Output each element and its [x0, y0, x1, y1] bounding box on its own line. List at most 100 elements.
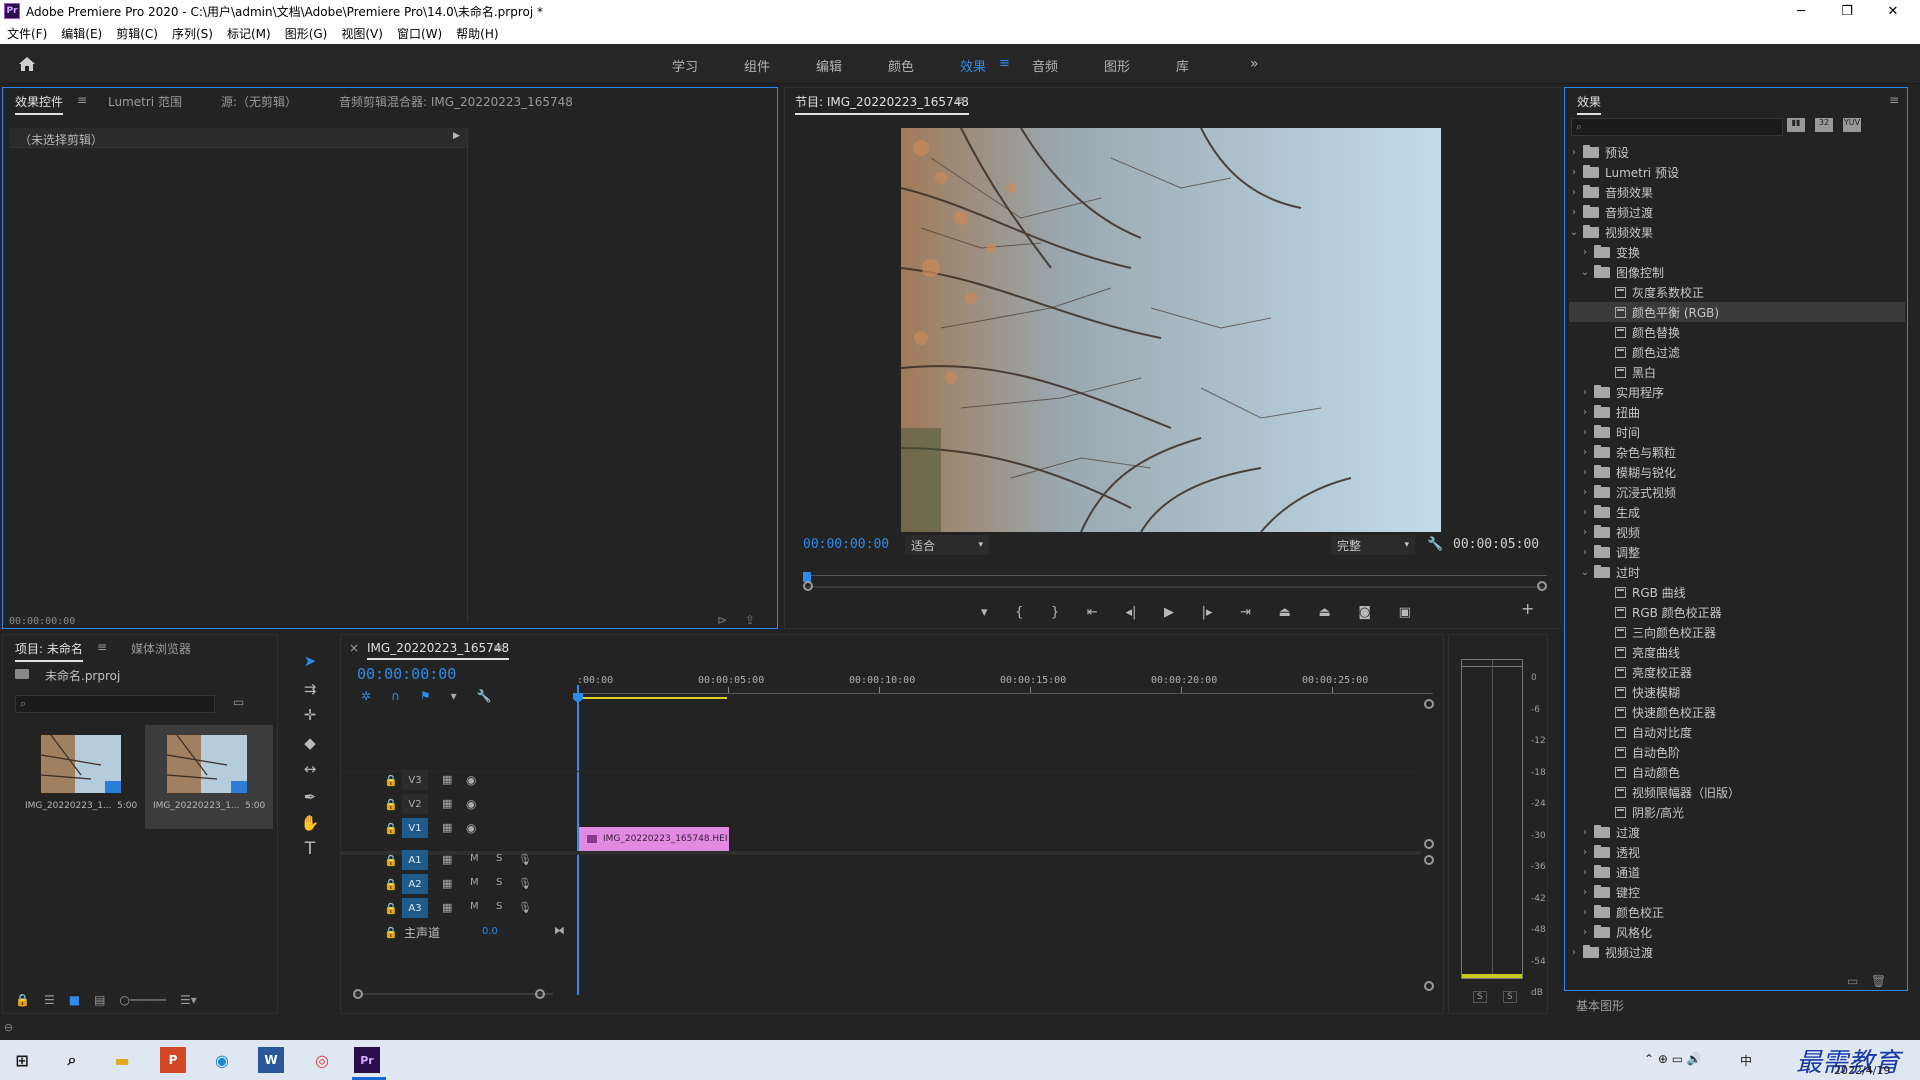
premiere-taskbar-icon[interactable]: Pr — [354, 1047, 380, 1073]
sync-lock-icon[interactable]: ▦ — [442, 901, 452, 914]
program-menu-icon[interactable]: ≡ — [955, 93, 965, 107]
play-button[interactable]: ▶ — [1164, 605, 1174, 620]
work-area-bar[interactable] — [577, 697, 727, 699]
quality-dropdown[interactable]: 完整 ▾ — [1331, 535, 1415, 555]
effects-folder[interactable]: › 实用程序 — [1569, 382, 1905, 402]
solo-button[interactable]: S — [496, 901, 502, 912]
zoom-handle-left[interactable] — [803, 581, 813, 591]
close-button[interactable]: ✕ — [1870, 0, 1916, 22]
effects-folder[interactable]: › 调整 — [1569, 542, 1905, 562]
program-timecode[interactable]: 00:00:00:00 — [803, 537, 889, 552]
add-marker-icon[interactable]: ▾ — [451, 689, 457, 705]
mark-in-button[interactable]: { — [1015, 605, 1023, 620]
tab-source[interactable]: 源:（无剪辑） — [221, 93, 297, 110]
chevron-right-icon[interactable]: › — [1569, 147, 1579, 158]
new-bin-icon[interactable]: ▭ — [1847, 974, 1858, 988]
program-monitor-title[interactable]: 节目: IMG_20220223_165748 — [795, 93, 969, 115]
eye-icon[interactable]: ◉ — [466, 797, 476, 811]
effects-title[interactable]: 效果 — [1577, 93, 1602, 115]
effect-item[interactable]: 视频限幅器（旧版） — [1569, 782, 1905, 802]
lock-icon[interactable]: 🔒 — [15, 993, 30, 1007]
effect-item[interactable]: 颜色过滤 — [1569, 342, 1905, 362]
eye-icon[interactable]: ◉ — [466, 821, 476, 835]
fit-dropdown[interactable]: 适合 ▾ — [905, 535, 989, 555]
microphone-icon[interactable]: 🎙 — [518, 853, 532, 866]
effects-folder[interactable]: › 变换 — [1569, 242, 1905, 262]
effects-folder[interactable]: › 预设 — [1569, 142, 1905, 162]
solo-button[interactable]: S — [496, 853, 502, 864]
menu-item-4[interactable]: 标记(M) — [220, 25, 278, 42]
program-scrub-bar[interactable] — [803, 566, 1547, 600]
menu-item-7[interactable]: 窗口(W) — [390, 25, 449, 42]
track-select-tool-icon[interactable]: ⇉ — [298, 678, 322, 700]
effects-folder[interactable]: › 过渡 — [1569, 822, 1905, 842]
effect-item[interactable]: 颜色平衡 (RGB) — [1569, 302, 1905, 322]
chevron-right-icon[interactable]: › — [1580, 547, 1590, 558]
panel-menu-icon[interactable]: ≡ — [77, 93, 87, 107]
lock-icon[interactable]: 🔒 — [384, 854, 398, 867]
workspace-tab-3[interactable]: 颜色 — [888, 56, 914, 75]
playhead-handle[interactable] — [573, 693, 583, 703]
lift-button[interactable]: ⏏ — [1279, 605, 1291, 620]
workspace-overflow-button[interactable]: » — [1250, 56, 1259, 72]
icon-view-icon[interactable]: ■ — [69, 993, 80, 1007]
menu-item-8[interactable]: 帮助(H) — [449, 25, 505, 42]
program-video-frame[interactable] — [901, 128, 1441, 532]
solo-button[interactable]: S — [496, 877, 502, 888]
lock-icon[interactable]: 🔒 — [384, 822, 398, 835]
lock-icon[interactable]: 🔒 — [384, 926, 398, 939]
workspace-menu-icon[interactable]: ≡ — [999, 56, 1010, 71]
new-bin-icon[interactable]: ▭ — [233, 695, 244, 709]
effect-item[interactable]: 三向颜色校正器 — [1569, 622, 1905, 642]
workspace-tab-6[interactable]: 图形 — [1104, 56, 1130, 75]
chevron-right-icon[interactable]: › — [1580, 247, 1590, 258]
sync-lock-icon[interactable]: ▦ — [442, 821, 452, 834]
track-label-v1[interactable]: V1 — [402, 818, 428, 838]
edge-icon[interactable]: ◉ — [206, 1044, 238, 1076]
menu-item-6[interactable]: 视图(V) — [334, 25, 390, 42]
minimize-button[interactable]: ─ — [1778, 0, 1824, 22]
chevron-right-icon[interactable]: › — [1569, 187, 1579, 198]
chevron-right-icon[interactable]: › — [1569, 947, 1579, 958]
chevron-right-icon[interactable]: › — [1580, 507, 1590, 518]
go-to-out-button[interactable]: ⇥ — [1240, 605, 1251, 620]
powerpoint-icon[interactable]: P — [160, 1047, 186, 1073]
razor-tool-icon[interactable]: ◆ — [298, 732, 322, 754]
list-view-icon[interactable]: ☰ — [44, 993, 55, 1007]
pen-tool-icon[interactable]: ✒ — [298, 786, 322, 808]
effects-folder[interactable]: › 颜色校正 — [1569, 902, 1905, 922]
vertical-zoom-handle-bottom[interactable] — [1424, 981, 1434, 991]
workspace-tab-5[interactable]: 音频 — [1032, 56, 1058, 75]
tab-essential-graphics[interactable]: 基本图形 — [1576, 997, 1624, 1014]
solo-left-button[interactable]: S — [1473, 991, 1487, 1003]
zoom-handle-right[interactable] — [1537, 581, 1547, 591]
project-item[interactable]: IMG_20220223_1... 5:00 — [15, 725, 143, 829]
effects-folder[interactable]: › 键控 — [1569, 882, 1905, 902]
effects-folder[interactable]: ⌄ 过时 — [1569, 562, 1905, 582]
effects-folder[interactable]: › 视频过渡 — [1569, 942, 1905, 962]
chevron-right-icon[interactable]: › — [1569, 167, 1579, 178]
effects-folder[interactable]: › 沉浸式视频 — [1569, 482, 1905, 502]
yuv-effects-icon[interactable]: YUV — [1843, 118, 1861, 132]
effect-item[interactable]: 阴影/高光 — [1569, 802, 1905, 822]
track-label-a1[interactable]: A1 — [402, 850, 428, 870]
chevron-right-icon[interactable]: › — [1580, 467, 1590, 478]
eye-icon[interactable]: ◉ — [466, 773, 476, 787]
chevron-down-icon[interactable]: ⌄ — [1569, 227, 1579, 238]
chevron-right-icon[interactable]: › — [1580, 487, 1590, 498]
timeline-close-button[interactable]: × — [349, 641, 359, 655]
project-search-input[interactable]: ⌕ — [15, 695, 215, 713]
effect-item[interactable]: 快速模糊 — [1569, 682, 1905, 702]
track-label-v2[interactable]: V2 — [402, 794, 428, 814]
effects-folder[interactable]: › Lumetri 预设 — [1569, 162, 1905, 182]
effect-item[interactable]: 颜色替换 — [1569, 322, 1905, 342]
chevron-right-icon[interactable]: › — [1580, 927, 1590, 938]
menu-item-5[interactable]: 图形(G) — [278, 25, 335, 42]
effect-item[interactable]: 亮度曲线 — [1569, 642, 1905, 662]
export-icon[interactable]: ⇪ — [745, 613, 755, 627]
tab-audio-clip-mixer[interactable]: 音频剪辑混合器: IMG_20220223_165748 — [339, 93, 573, 110]
menu-item-1[interactable]: 编辑(E) — [54, 25, 109, 42]
word-icon[interactable]: W — [258, 1047, 284, 1073]
extract-button[interactable]: ⏏ — [1319, 605, 1331, 620]
effects-folder[interactable]: › 通道 — [1569, 862, 1905, 882]
